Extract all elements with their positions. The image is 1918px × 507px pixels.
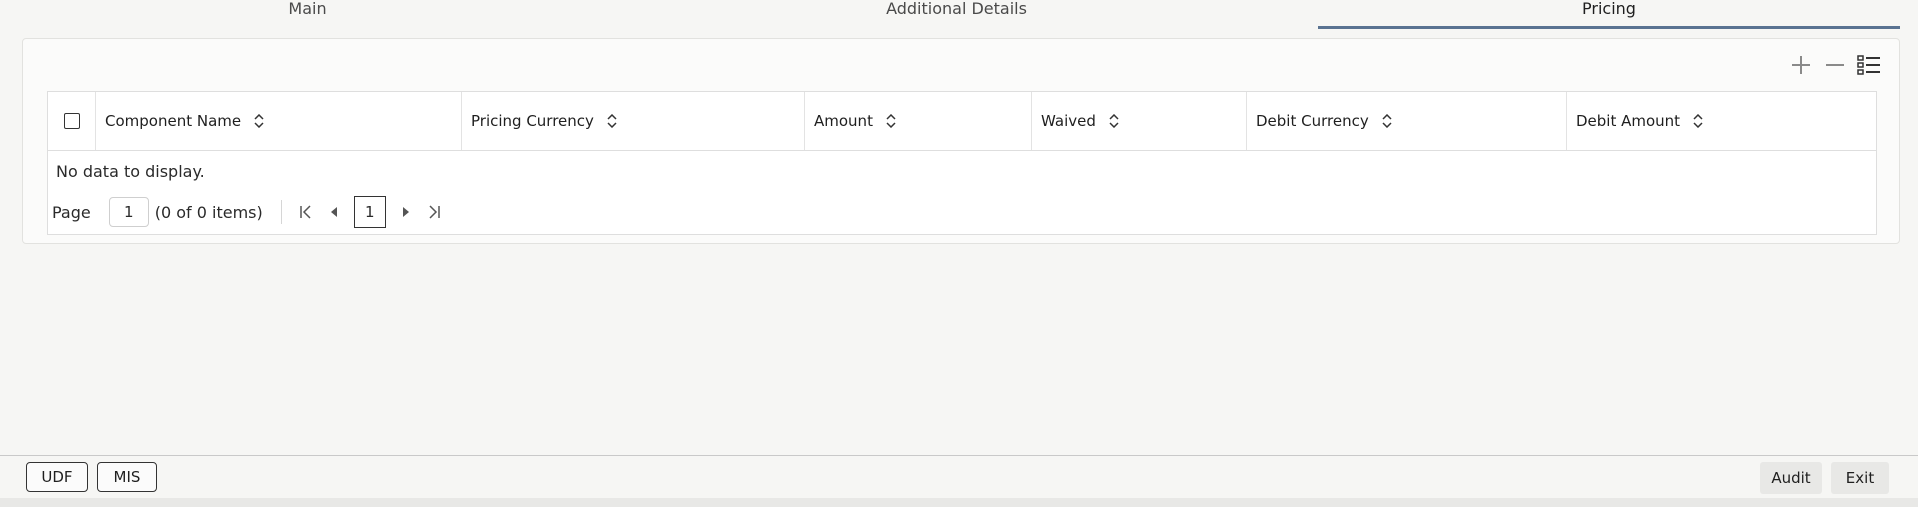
column-header-debit-amount[interactable]: Debit Amount (1567, 92, 1875, 150)
column-label: Amount (814, 112, 873, 130)
column-label: Debit Amount (1576, 112, 1681, 130)
sort-icon[interactable] (1692, 114, 1704, 128)
items-count: (0 of 0 items) (154, 202, 263, 222)
footer-bar: UDF MIS Audit Exit (0, 455, 1918, 496)
page-label: Page (52, 202, 91, 222)
last-page-icon[interactable] (420, 198, 448, 226)
bottom-strip (0, 498, 1918, 507)
select-all-cell (48, 92, 96, 150)
column-header-pricing-currency[interactable]: Pricing Currency (462, 92, 805, 150)
sort-icon[interactable] (1108, 114, 1120, 128)
tab-bar: Main Additional Details Pricing (0, 0, 1918, 30)
udf-button[interactable]: UDF (26, 462, 88, 492)
remove-icon[interactable] (1823, 53, 1847, 77)
column-header-debit-currency[interactable]: Debit Currency (1247, 92, 1567, 150)
current-page-button[interactable]: 1 (353, 196, 386, 228)
tab-pricing[interactable]: Pricing (1318, 0, 1900, 29)
exit-button[interactable]: Exit (1831, 462, 1889, 494)
sort-icon[interactable] (606, 114, 618, 128)
mis-button[interactable]: MIS (97, 462, 157, 492)
pricing-table: Component Name Pricing Currency Amount W… (47, 91, 1877, 235)
sort-icon[interactable] (253, 114, 265, 128)
next-page-icon[interactable] (392, 198, 420, 226)
sort-icon[interactable] (1381, 114, 1393, 128)
tab-main[interactable]: Main (0, 0, 615, 28)
sort-icon[interactable] (885, 114, 897, 128)
pagination: Page 1 (0 of 0 items) 1 (52, 196, 448, 228)
select-all-checkbox[interactable] (63, 113, 80, 129)
pager-divider (280, 200, 282, 224)
table-toolbar (1789, 51, 1881, 79)
page-number-input[interactable]: 1 (108, 197, 149, 227)
column-list-icon[interactable] (1857, 53, 1881, 77)
first-page-icon[interactable] (292, 198, 320, 226)
column-label: Pricing Currency (471, 112, 594, 130)
previous-page-icon[interactable] (320, 198, 348, 226)
column-label: Component Name (105, 112, 242, 130)
table-header: Component Name Pricing Currency Amount W… (48, 92, 1876, 151)
column-label: Waived (1041, 112, 1096, 130)
column-label: Debit Currency (1256, 112, 1369, 130)
empty-table-message: No data to display. (56, 162, 205, 181)
column-header-component-name[interactable]: Component Name (96, 92, 462, 150)
tab-additional-details[interactable]: Additional Details (660, 0, 1253, 28)
audit-button[interactable]: Audit (1760, 462, 1822, 494)
column-header-amount[interactable]: Amount (805, 92, 1032, 150)
column-header-waived[interactable]: Waived (1032, 92, 1247, 150)
pricing-panel: Component Name Pricing Currency Amount W… (22, 38, 1900, 244)
add-icon[interactable] (1789, 53, 1813, 77)
